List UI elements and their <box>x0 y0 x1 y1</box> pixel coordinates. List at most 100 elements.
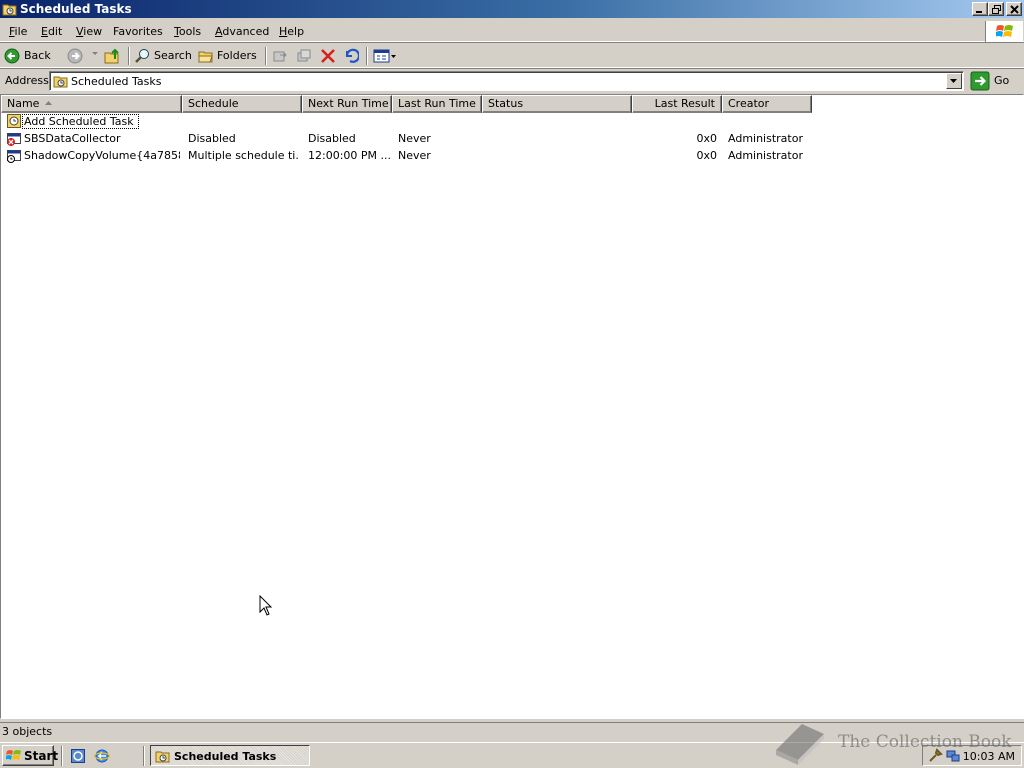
address-dropdown-button[interactable] <box>946 73 962 89</box>
back-label: Back <box>24 49 51 62</box>
views-button[interactable] <box>373 47 399 65</box>
back-button[interactable]: Back <box>4 47 54 65</box>
internet-explorer-icon[interactable] <box>94 748 110 764</box>
title-bar[interactable]: Scheduled Tasks <box>0 0 1024 18</box>
minimize-icon <box>976 11 982 13</box>
scheduled-tasks-folder-icon <box>53 76 68 88</box>
menu-view[interactable]: View <box>76 25 102 38</box>
taskbar-button-label: Scheduled Tasks <box>174 750 277 763</box>
list-item-add-scheduled-task[interactable]: Add Scheduled Task <box>1 113 1023 130</box>
scheduled-task-icon <box>7 150 21 163</box>
column-header-row: Name Schedule Next Run Time Last Run Tim… <box>1 95 1023 113</box>
back-arrow-icon <box>4 48 20 64</box>
go-button[interactable]: Go <box>970 71 1020 91</box>
task-creator: Administrator <box>728 149 803 162</box>
search-button[interactable]: Search <box>135 47 192 65</box>
forward-arrow-icon <box>67 48 83 64</box>
toolbar: Back Search Folders <box>0 44 1024 99</box>
taskbar-button-scheduled-tasks[interactable]: Scheduled Tasks <box>150 745 310 766</box>
menu-tools[interactable]: Tools <box>174 25 201 38</box>
delete-x-icon <box>321 49 335 63</box>
forward-dropdown-icon[interactable] <box>92 52 98 56</box>
task-name: Add Scheduled Task <box>22 114 139 129</box>
task-next-run-time: Disabled <box>308 132 356 145</box>
table-row[interactable]: SBSDataCollector Disabled Disabled Never… <box>1 130 1023 147</box>
sort-ascending-icon <box>45 101 52 105</box>
address-combobox[interactable]: Scheduled Tasks <box>49 71 964 91</box>
menu-favorites[interactable]: Favorites <box>113 25 163 38</box>
menu-file[interactable]: File <box>9 25 27 38</box>
task-schedule: Disabled <box>188 132 236 145</box>
copy-to-button[interactable] <box>296 47 314 65</box>
task-list-view[interactable]: Name Schedule Next Run Time Last Run Tim… <box>0 94 1024 719</box>
task-name: SBSDataCollector <box>24 132 121 145</box>
mouse-cursor-icon <box>259 595 273 616</box>
move-to-button[interactable] <box>272 47 290 65</box>
menu-edit[interactable]: Edit <box>41 25 62 38</box>
search-icon <box>135 49 149 63</box>
toolbar-separator <box>128 47 130 65</box>
column-header-schedule[interactable]: Schedule <box>182 95 302 113</box>
folders-label: Folders <box>217 49 257 62</box>
column-header-name[interactable]: Name <box>1 95 182 113</box>
go-arrow-icon <box>970 71 990 91</box>
task-schedule: Multiple schedule ti... <box>188 149 300 162</box>
restore-button[interactable] <box>988 2 1004 16</box>
menu-bar: File Edit View Favorites Tools Advanced … <box>0 20 1024 42</box>
task-last-run-time: Never <box>398 132 431 145</box>
task-next-run-time: 12:00:00 PM ... <box>308 149 390 162</box>
address-label: Address <box>5 74 49 87</box>
column-header-last-run-time[interactable]: Last Run Time <box>392 95 482 113</box>
restore-icon <box>992 5 1001 14</box>
menu-advanced[interactable]: Advanced <box>215 25 269 38</box>
toolbar-separator <box>265 47 267 65</box>
taskbar-separator <box>143 746 145 766</box>
toolbar-separator <box>366 47 368 65</box>
move-to-icon <box>273 51 287 62</box>
task-last-result: 0x0 <box>696 132 717 145</box>
scheduled-tasks-folder-icon <box>2 4 17 16</box>
up-folder-icon <box>104 48 119 64</box>
address-value[interactable]: Scheduled Tasks <box>71 75 162 88</box>
server-management-icon[interactable] <box>70 748 86 764</box>
forward-button[interactable] <box>67 47 87 65</box>
close-icon <box>1010 5 1019 14</box>
taskbar-separator <box>61 746 63 766</box>
menu-help[interactable]: Help <box>279 25 304 38</box>
minimize-button[interactable] <box>972 2 988 16</box>
folders-button[interactable]: Folders <box>198 47 258 65</box>
chevron-down-icon <box>950 79 957 83</box>
add-task-icon <box>7 114 21 128</box>
start-button[interactable]: Start <box>2 745 58 766</box>
go-label: Go <box>994 74 1010 87</box>
search-label: Search <box>154 49 192 62</box>
delete-button[interactable] <box>320 47 338 65</box>
address-bar: Address Scheduled Tasks Go <box>0 70 1024 92</box>
folders-icon <box>198 51 213 63</box>
task-creator: Administrator <box>728 132 803 145</box>
up-folder-button[interactable] <box>104 47 124 65</box>
undo-button[interactable] <box>343 47 361 65</box>
column-header-next-run-time[interactable]: Next Run Time <box>302 95 392 113</box>
column-header-creator[interactable]: Creator <box>722 95 812 113</box>
windows-logo <box>985 21 1023 42</box>
table-row[interactable]: ShadowCopyVolume{4a78584... Multiple sch… <box>1 147 1023 164</box>
task-last-result: 0x0 <box>696 149 717 162</box>
start-label: Start <box>24 749 59 763</box>
task-last-run-time: Never <box>398 149 431 162</box>
book-logo-icon <box>776 724 824 765</box>
watermark: The Collection Book <box>770 718 1020 768</box>
column-header-status[interactable]: Status <box>482 95 632 113</box>
close-button[interactable] <box>1006 2 1022 16</box>
copy-to-icon <box>297 49 311 62</box>
watermark-text: The Collection Book <box>838 732 1012 752</box>
task-name: ShadowCopyVolume{4a78584... <box>24 149 180 162</box>
views-icon <box>373 49 396 63</box>
disabled-task-icon <box>7 133 21 146</box>
undo-icon <box>345 48 359 63</box>
status-object-count: 3 objects <box>2 725 53 738</box>
window-title: Scheduled Tasks <box>20 2 132 16</box>
windows-flag-icon <box>6 750 21 760</box>
column-header-last-result[interactable]: Last Result <box>632 95 722 113</box>
scheduled-tasks-folder-icon <box>155 751 170 763</box>
